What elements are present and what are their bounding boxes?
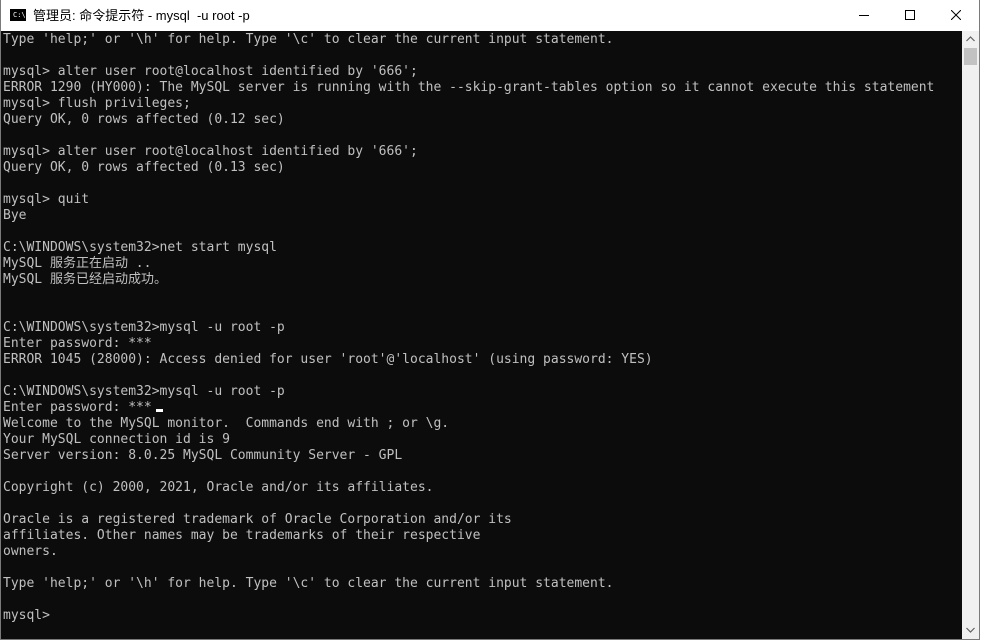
window-title: 管理员: 命令提示符 - mysql -u root -p [33,8,250,23]
console-line: Type 'help;' or '\h' for help. Type '\c'… [3,32,614,47]
console-line: ERROR 1290 (HY000): The MySQL server is … [3,80,935,95]
console-line: affiliates. Other names may be trademark… [3,528,481,543]
console-line: C:\WINDOWS\system32>mysql -u root -p [3,384,285,399]
title-bar[interactable]: C:\. 管理员: 命令提示符 - mysql -u root -p [1,0,979,31]
console-output[interactable]: Type 'help;' or '\h' for help. Type '\c'… [1,31,962,639]
maximize-icon [905,10,915,20]
console-line: Oracle is a registered trademark of Orac… [3,512,512,527]
console-line: Type 'help;' or '\h' for help. Type '\c'… [3,576,614,591]
scroll-up-button[interactable] [962,31,979,48]
console-line: Welcome to the MySQL monitor. Commands e… [3,416,450,431]
cmd-app-icon[interactable]: C:\. [10,9,30,21]
console-line: mysql> [3,608,50,623]
console-line: Query OK, 0 rows affected (0.12 sec) [3,112,285,127]
command-prompt-window: C:\. 管理员: 命令提示符 - mysql -u root -p Type … [0,0,980,640]
minimize-button[interactable] [841,0,887,31]
console-line: Enter password: *** [3,336,152,351]
console-line: C:\WINDOWS\system32>mysql -u root -p [3,320,285,335]
console-line: mysql> alter user root@localhost identif… [3,64,418,79]
minimize-icon [859,15,869,16]
console-line: ERROR 1045 (28000): Access denied for us… [3,352,653,367]
console-line: mysql> flush privileges; [3,96,191,111]
console-line: mysql> quit [3,192,90,207]
scroll-up-arrow-icon [966,36,975,42]
console-line: C:\WINDOWS\system32>net start mysql [3,240,277,255]
cmd-app-icon-label: C:\. [13,11,30,19]
console-line: owners. [3,544,58,559]
console-line: mysql> alter user root@localhost identif… [3,144,418,159]
console-line: Copyright (c) 2000, 2021, Oracle and/or … [3,480,434,495]
scroll-down-button[interactable] [962,622,979,639]
console-line: Bye [3,208,27,223]
console-line: Server version: 8.0.25 MySQL Community S… [3,448,403,463]
vertical-scrollbar[interactable] [962,31,979,639]
console-line: Enter password: *** [3,400,152,415]
console-line: MySQL 服务正在启动 .. [3,256,152,271]
close-button[interactable] [933,0,979,31]
console-line: Your MySQL connection id is 9 [3,432,230,447]
close-icon [951,10,961,20]
scroll-thumb[interactable] [964,48,977,65]
scroll-down-arrow-icon [966,627,975,633]
text-cursor [156,409,163,412]
console-line: Query OK, 0 rows affected (0.13 sec) [3,160,285,175]
maximize-button[interactable] [887,0,933,31]
console-line: MySQL 服务已经启动成功。 [3,272,167,287]
